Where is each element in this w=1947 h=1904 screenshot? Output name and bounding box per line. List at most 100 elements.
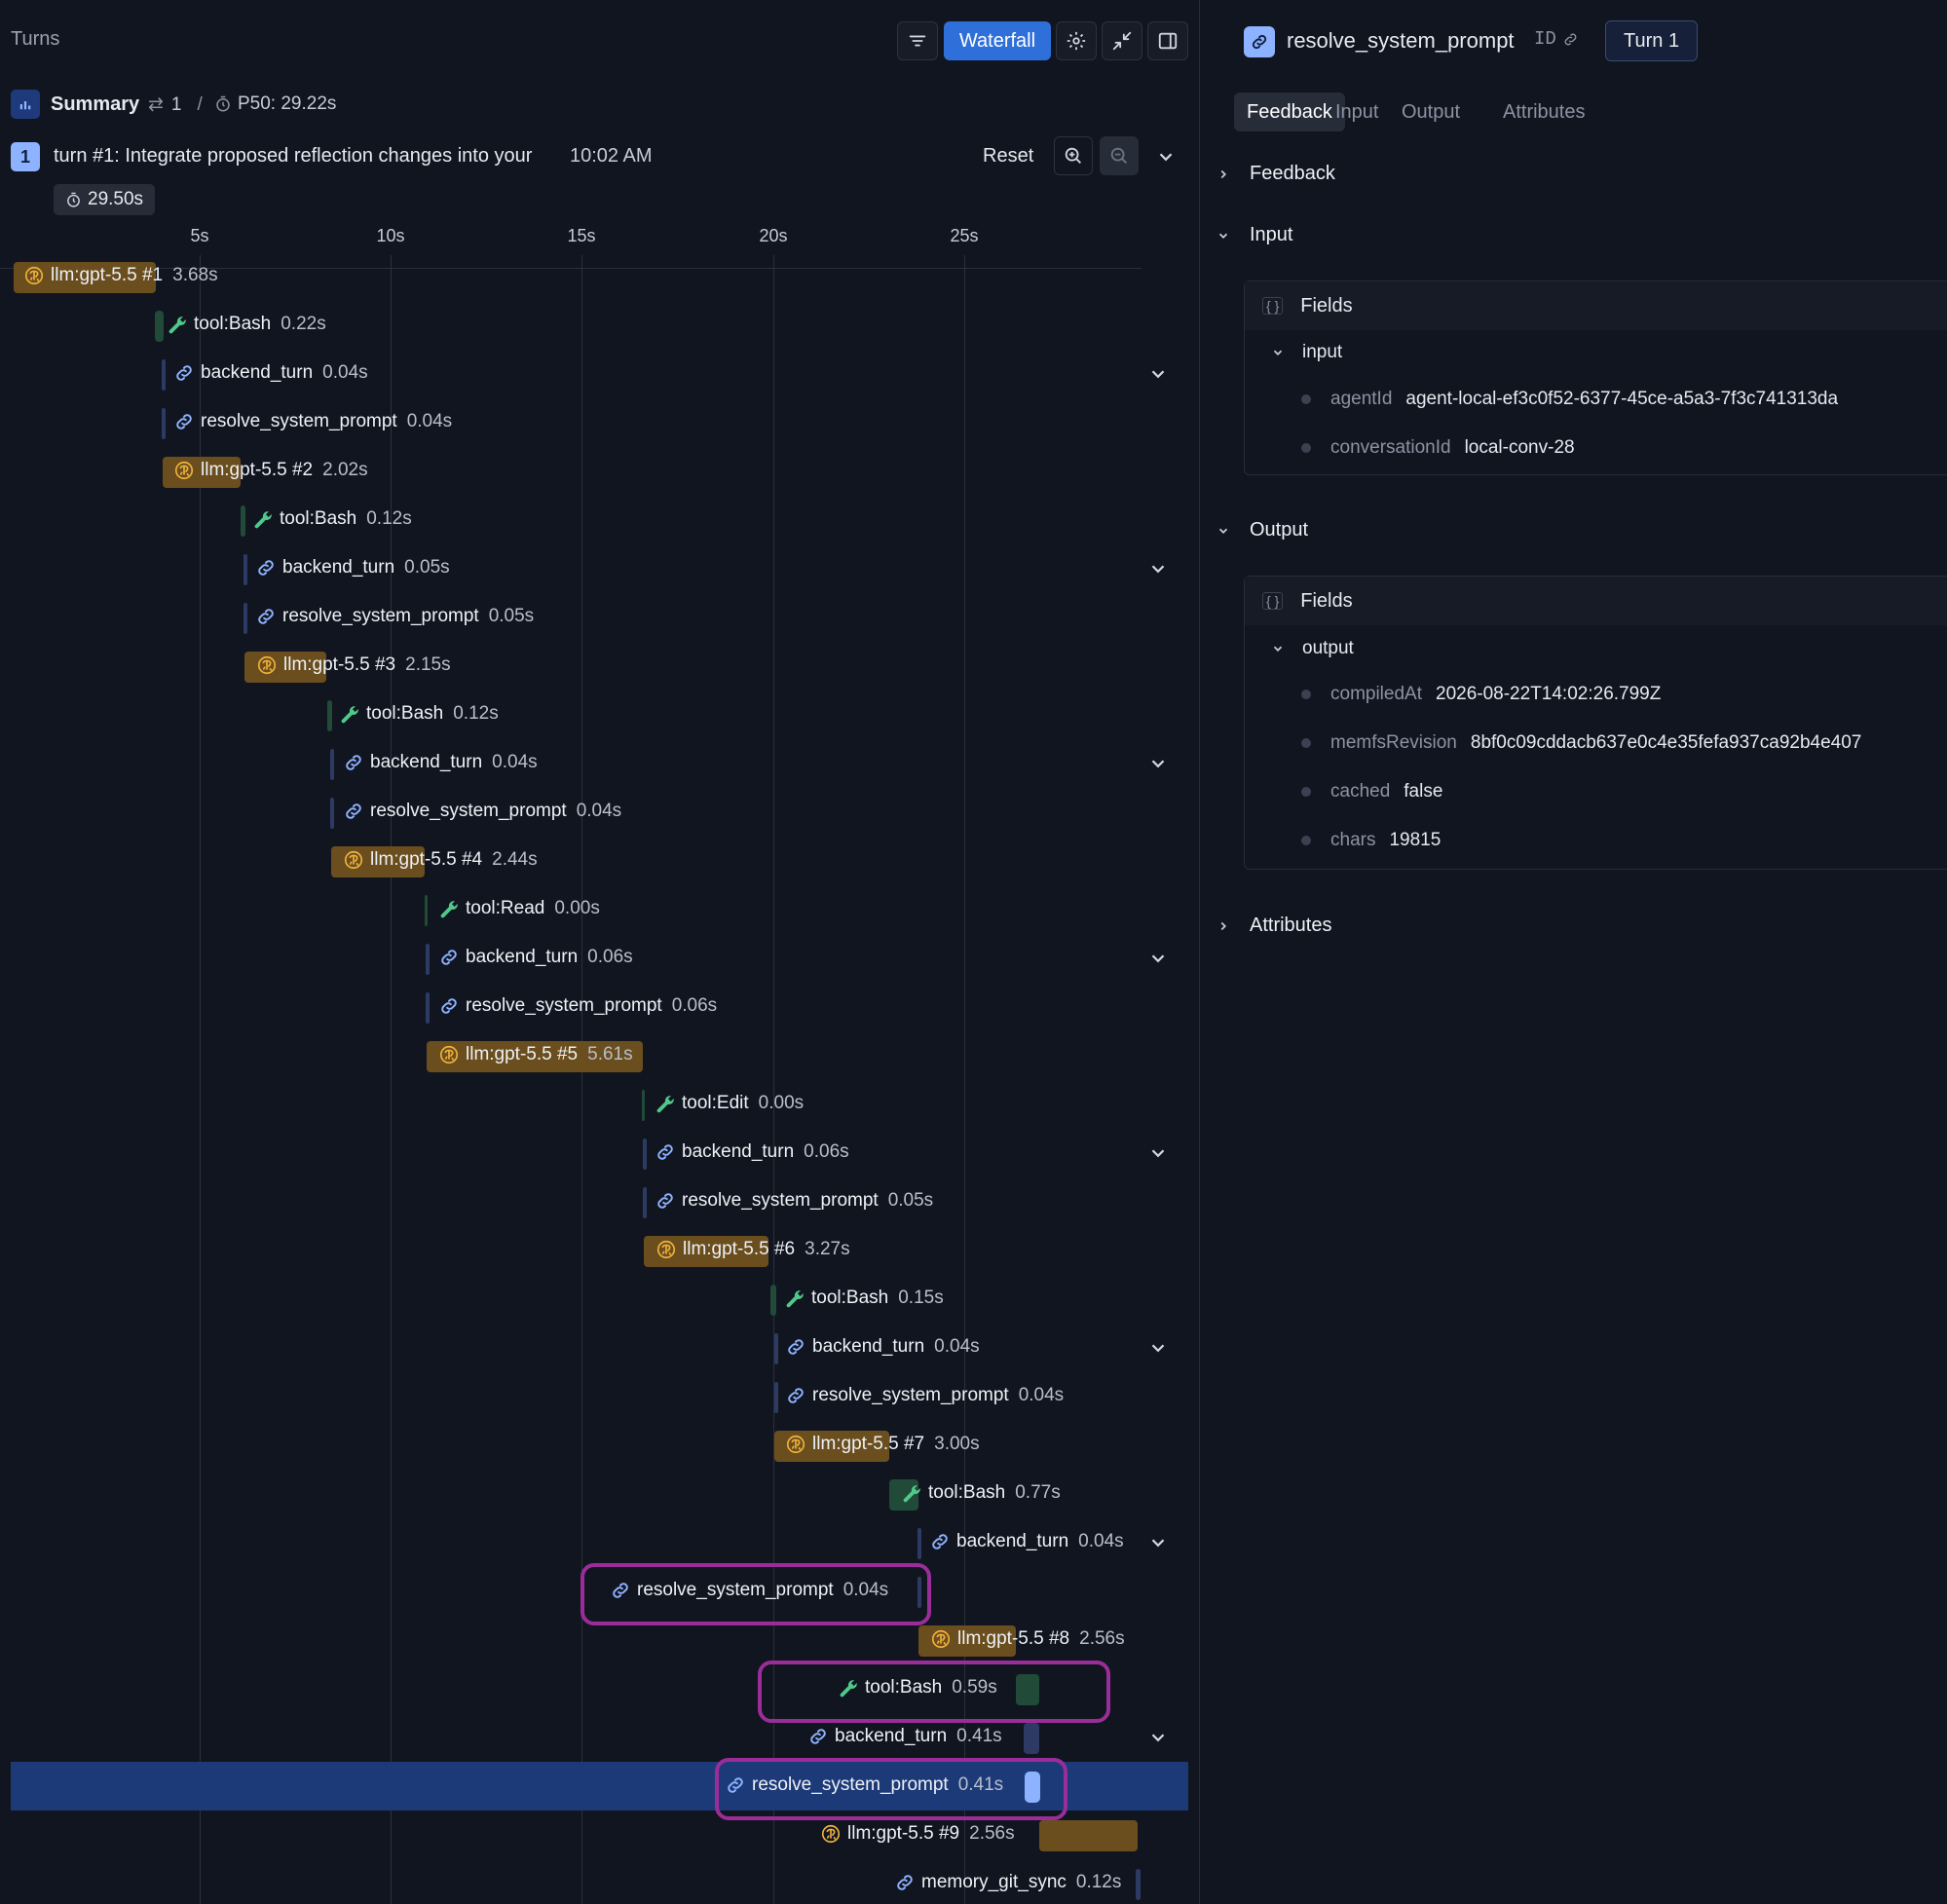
waterfall-view-button[interactable]: Waterfall [944, 21, 1051, 60]
turn-collapse-chevron[interactable] [1155, 146, 1177, 173]
span-bar[interactable] [243, 603, 247, 634]
span-duration: 0.04s [406, 411, 453, 431]
span-bar[interactable] [243, 554, 247, 585]
span-bar[interactable] [774, 1333, 778, 1364]
span-row[interactable]: tool:Edit 0.00s [0, 1080, 1188, 1129]
span-bar[interactable] [425, 895, 428, 926]
span-label: llm:gpt-5.5 #4 2.44s [343, 849, 538, 871]
span-bar[interactable] [917, 1528, 921, 1559]
filter-button[interactable] [897, 21, 938, 60]
span-bar[interactable] [327, 700, 332, 731]
span-row[interactable]: tool:Bash 0.15s [0, 1275, 1188, 1324]
span-bar[interactable] [426, 944, 430, 975]
span-bar[interactable] [643, 1139, 647, 1170]
reset-button[interactable]: Reset [983, 145, 1033, 168]
span-bar[interactable] [1136, 1869, 1141, 1900]
span-name: llm:gpt-5.5 #6 [683, 1239, 796, 1259]
chevron-down-icon[interactable] [1147, 1142, 1169, 1164]
tab-input[interactable]: Input [1323, 93, 1391, 131]
sidebar-icon [1158, 32, 1178, 50]
span-row[interactable]: resolve_system_prompt 0.05s [0, 593, 1188, 642]
turn-badge[interactable]: Turn 1 [1605, 20, 1699, 61]
axis-tick-label: 5s [190, 226, 209, 245]
span-row[interactable]: tool:Bash 0.22s [0, 301, 1188, 350]
chevron-down-icon[interactable] [1147, 558, 1169, 579]
span-row[interactable]: resolve_system_prompt 0.04s [0, 788, 1188, 837]
span-row[interactable]: backend_turn 0.06s [0, 1129, 1188, 1177]
span-name: llm:gpt-5.5 #8 [957, 1628, 1070, 1649]
settings-button[interactable] [1056, 21, 1097, 60]
chevron-down-icon[interactable] [1147, 1532, 1169, 1553]
span-label: backend_turn 0.04s [785, 1336, 980, 1358]
span-bar[interactable] [426, 992, 430, 1024]
span-label: llm:gpt-5.5 #1 3.68s [23, 265, 218, 286]
chevron-down-icon[interactable] [1147, 1727, 1169, 1748]
span-bar[interactable] [774, 1382, 778, 1413]
span-bar[interactable] [162, 359, 166, 391]
span-name: memory_git_sync [921, 1872, 1067, 1892]
span-row[interactable]: tool:Bash 0.77s [0, 1470, 1188, 1518]
span-bar[interactable] [330, 749, 334, 780]
summary-label[interactable]: Summary [51, 93, 139, 116]
highlight-box [715, 1758, 1067, 1820]
span-row[interactable]: memory_git_sync 0.12s [0, 1859, 1188, 1904]
collapse-button[interactable] [1102, 21, 1142, 60]
span-row[interactable]: backend_turn 0.04s [0, 1324, 1188, 1372]
span-name: backend_turn [466, 947, 579, 967]
zoom-out-button[interactable] [1100, 136, 1139, 175]
span-row[interactable]: resolve_system_prompt 0.06s [0, 983, 1188, 1031]
turn-count: ⇄ 1 / [148, 93, 203, 116]
span-row[interactable]: llm:gpt-5.5 #5 5.61s [0, 1031, 1188, 1080]
span-name: llm:gpt-5.5 #1 [51, 265, 164, 285]
toggle-sidepanel-button[interactable] [1147, 21, 1188, 60]
span-row[interactable]: llm:gpt-5.5 #2 2.02s [0, 447, 1188, 496]
span-row[interactable]: llm:gpt-5.5 #4 2.44s [0, 837, 1188, 885]
span-label: tool:Bash 0.22s [167, 314, 326, 335]
chevron-down-icon[interactable] [1147, 363, 1169, 385]
span-row[interactable]: llm:gpt-5.5 #6 3.27s [0, 1226, 1188, 1275]
input-group-toggle[interactable]: input [1271, 342, 1342, 363]
span-row[interactable]: tool:Bash 0.12s [0, 691, 1188, 739]
output-section-toggle[interactable]: Output [1217, 519, 1308, 541]
span-bar[interactable] [1024, 1723, 1039, 1754]
input-section-toggle[interactable]: Input [1217, 224, 1292, 246]
span-bar[interactable] [330, 798, 334, 829]
wrench-icon [252, 508, 274, 530]
chevron-down-icon[interactable] [1147, 948, 1169, 969]
span-row[interactable]: resolve_system_prompt 0.04s [0, 1372, 1188, 1421]
span-bar[interactable] [643, 1187, 647, 1218]
span-row[interactable]: llm:gpt-5.5 #3 2.15s [0, 642, 1188, 691]
span-bar[interactable] [162, 408, 166, 439]
span-row[interactable]: backend_turn 0.05s [0, 544, 1188, 593]
span-row[interactable]: resolve_system_prompt 0.04s [0, 398, 1188, 447]
span-bar[interactable] [642, 1090, 645, 1121]
link-icon [255, 557, 277, 579]
span-bar[interactable] [241, 505, 245, 537]
chevron-down-icon[interactable] [1147, 753, 1169, 774]
span-row[interactable]: tool:Bash 0.12s [0, 496, 1188, 544]
tab-output[interactable]: Output [1389, 93, 1473, 131]
span-row[interactable]: backend_turn 0.04s [0, 350, 1188, 398]
tab-attributes[interactable]: Attributes [1490, 93, 1597, 131]
span-row[interactable]: tool:Read 0.00s [0, 885, 1188, 934]
chevron-down-icon[interactable] [1147, 1337, 1169, 1359]
span-bar[interactable] [155, 311, 164, 342]
span-row[interactable]: backend_turn 0.06s [0, 934, 1188, 983]
span-name: llm:gpt-5.5 #7 [812, 1434, 925, 1454]
feedback-section-toggle[interactable]: Feedback [1217, 163, 1335, 185]
span-name: backend_turn [812, 1336, 925, 1357]
turn-title[interactable]: turn #1: Integrate proposed reflection c… [54, 145, 532, 168]
minimize-icon [1112, 31, 1132, 51]
span-row[interactable]: backend_turn 0.04s [0, 739, 1188, 788]
attributes-section-toggle[interactable]: Attributes [1217, 915, 1331, 937]
span-row[interactable]: llm:gpt-5.5 #7 3.00s [0, 1421, 1188, 1470]
span-bar[interactable] [1039, 1820, 1138, 1851]
copy-id-button[interactable]: ID [1534, 28, 1579, 50]
span-row[interactable]: backend_turn 0.04s [0, 1518, 1188, 1567]
span-bar[interactable] [770, 1285, 776, 1316]
span-row[interactable]: llm:gpt-5.5 #1 3.68s [0, 252, 1188, 301]
span-name: backend_turn [956, 1531, 1069, 1551]
span-row[interactable]: resolve_system_prompt 0.05s [0, 1177, 1188, 1226]
zoom-in-button[interactable] [1054, 136, 1093, 175]
output-group-toggle[interactable]: output [1271, 638, 1354, 659]
